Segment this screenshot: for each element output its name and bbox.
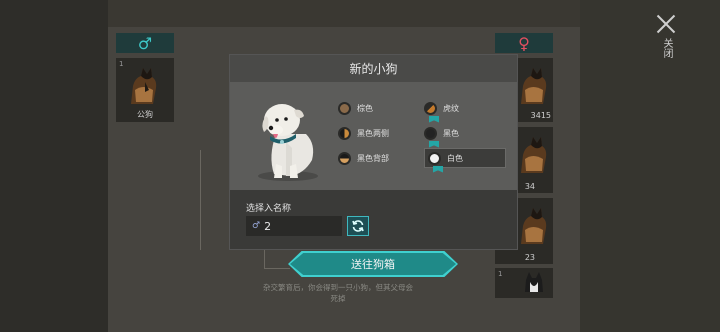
male-header: ♂ (116, 33, 174, 53)
dialog-body: 棕色 虎纹 黑色两侧 黑色 黑色背部 白色 (230, 82, 517, 190)
refresh-icon (352, 220, 364, 232)
color-option-black-back[interactable]: 黑色背部 (338, 148, 418, 168)
color-option-label: 黑色两侧 (357, 128, 389, 138)
brindle-swatch-icon (424, 101, 439, 123)
color-option-label: 黑色背部 (357, 153, 389, 163)
background-left (0, 0, 108, 332)
color-option-label: 棕色 (357, 103, 373, 113)
black-back-swatch-icon (338, 151, 351, 165)
send-to-kennel-button[interactable]: 送往狗箱 (290, 253, 456, 275)
ribbon-icon (429, 115, 439, 123)
breeding-line (264, 250, 265, 268)
black-sides-swatch-icon (338, 126, 351, 140)
black-swatch-icon (424, 126, 439, 148)
male-icon: ♂ (252, 221, 261, 231)
male-icon: ♂ (137, 33, 153, 53)
color-option-brown[interactable]: 棕色 (338, 98, 418, 118)
dog-name: 公狗 (137, 110, 153, 119)
shepherd-dog-icon (131, 68, 157, 104)
brown-swatch-icon (338, 101, 351, 115)
shepherd-dog-icon (521, 208, 547, 244)
close-label: 关闭 (661, 38, 672, 58)
randomize-name-button[interactable] (347, 216, 369, 236)
color-option-black-sides[interactable]: 黑色两侧 (338, 123, 418, 143)
close-button[interactable] (654, 12, 678, 36)
husky-dog-icon (525, 272, 543, 292)
background-right (580, 0, 720, 332)
shepherd-dog-icon (521, 137, 547, 173)
color-option-label: 白色 (447, 153, 463, 163)
ribbon-icon (429, 140, 439, 148)
dog-name: 23 (524, 253, 535, 262)
dialog-title: 新的小狗 (230, 55, 517, 82)
color-option-label: 虎纹 (443, 103, 459, 113)
dog-index: 1 (498, 270, 503, 278)
female-icon: ♀ (518, 33, 530, 53)
color-option-white[interactable]: 白色 (424, 148, 506, 173)
color-option-brindle[interactable]: 虎纹 (424, 98, 504, 123)
white-swatch-icon (428, 151, 443, 173)
puppy-preview-image (258, 104, 318, 181)
breeding-line (264, 268, 290, 269)
puppy-name-input[interactable]: ♂ 2 (246, 216, 342, 236)
shepherd-dog-icon (521, 68, 547, 104)
breeding-line (200, 150, 201, 250)
female-header: ♀ (495, 33, 553, 53)
name-field-label: 选择入名称 (246, 204, 292, 214)
puppy-name-value: 2 (264, 219, 272, 233)
male-dog-card[interactable]: 1 公狗 (116, 58, 174, 122)
ribbon-icon (433, 165, 443, 173)
color-option-black[interactable]: 黑色 (424, 123, 504, 148)
breeding-hint-text: 杂交繁育后，你会得到一只小狗，但其父母会死掉 (263, 283, 413, 303)
color-option-label: 黑色 (443, 128, 459, 138)
female-dog-card[interactable]: 1 (495, 268, 553, 298)
